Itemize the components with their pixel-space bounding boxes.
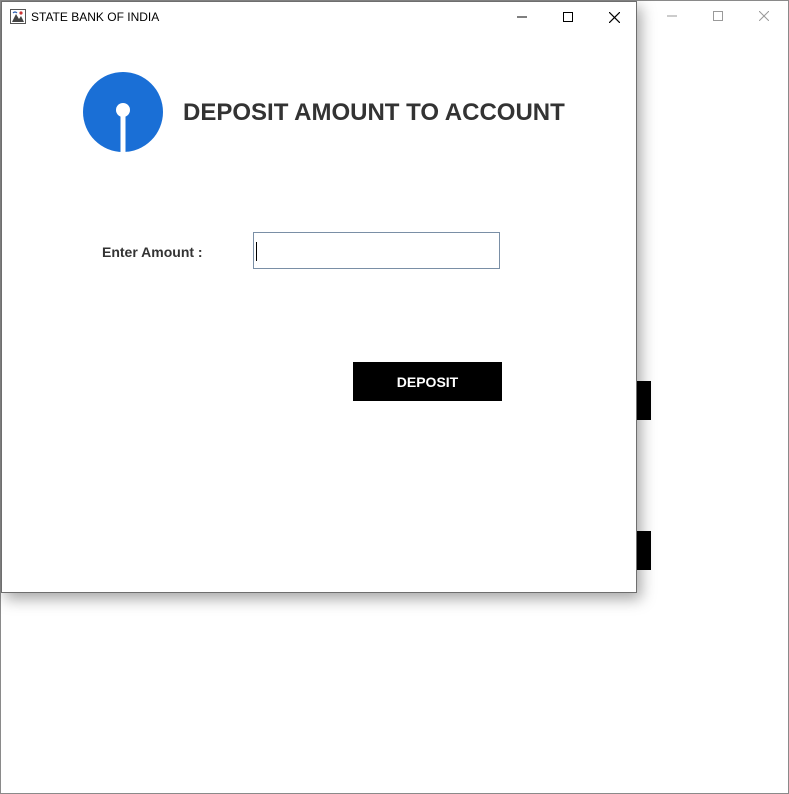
window-titlebar: STATE BANK OF INDIA xyxy=(2,2,636,32)
amount-input[interactable] xyxy=(253,232,500,269)
close-icon xyxy=(759,11,769,21)
window-title: STATE BANK OF INDIA xyxy=(31,10,160,24)
amount-label: Enter Amount : xyxy=(102,244,203,260)
background-button-edge[interactable] xyxy=(635,381,651,420)
deposit-window: STATE BANK OF INDIA DEPOSIT AMOUNT TO AC… xyxy=(1,1,637,593)
java-app-icon xyxy=(10,9,26,24)
text-caret xyxy=(256,242,257,261)
maximize-button[interactable] xyxy=(545,2,591,32)
background-minimize-button[interactable] xyxy=(649,1,695,31)
minimize-icon xyxy=(517,16,527,18)
background-button-edge[interactable] xyxy=(635,531,651,570)
close-icon xyxy=(608,11,620,23)
deposit-button[interactable]: DEPOSIT xyxy=(353,362,502,401)
background-close-button[interactable] xyxy=(741,1,787,31)
maximize-icon xyxy=(563,12,573,22)
maximize-icon xyxy=(713,11,723,21)
sbi-logo-icon xyxy=(83,72,163,153)
page-heading: DEPOSIT AMOUNT TO ACCOUNT xyxy=(183,99,565,126)
close-button[interactable] xyxy=(591,2,637,32)
minimize-icon xyxy=(667,15,677,17)
minimize-button[interactable] xyxy=(499,2,545,32)
background-maximize-button[interactable] xyxy=(695,1,741,31)
